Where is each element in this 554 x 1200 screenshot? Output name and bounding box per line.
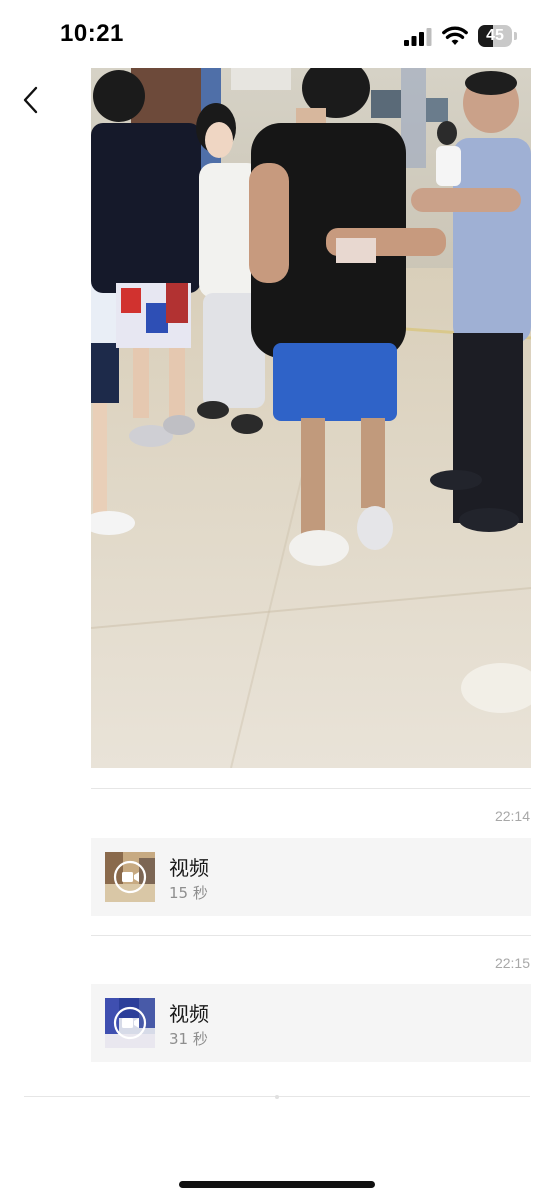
message-timestamp: 22:14 (494, 808, 530, 824)
video-message-card[interactable]: 视频 15 秒 (91, 838, 531, 916)
video-camera-icon (122, 1018, 133, 1028)
message-timestamp: 22:15 (494, 955, 530, 971)
video-duration: 31 秒 (169, 1030, 208, 1048)
back-button[interactable] (16, 80, 50, 120)
video-thumbnail (105, 998, 155, 1048)
wifi-icon (442, 26, 468, 45)
video-title: 视频 (169, 1002, 209, 1026)
video-message-card[interactable]: 视频 31 秒 (91, 984, 531, 1062)
home-indicator[interactable] (179, 1181, 375, 1188)
battery-cap (514, 32, 517, 40)
status-bar: 10:21 45 (0, 0, 554, 70)
video-thumbnail (105, 852, 155, 902)
photo-illustration (91, 68, 531, 768)
battery-icon: 45 (478, 25, 512, 47)
divider (91, 788, 531, 789)
chevron-left-icon (23, 86, 38, 114)
end-marker (275, 1095, 279, 1099)
message-photo[interactable] (91, 68, 531, 768)
video-duration: 15 秒 (169, 884, 208, 902)
battery-level: 45 (486, 27, 504, 44)
divider (91, 935, 531, 936)
video-title: 视频 (169, 856, 209, 880)
status-time: 10:21 (60, 20, 124, 47)
cellular-signal-icon (404, 28, 432, 46)
video-camera-icon (122, 872, 133, 882)
